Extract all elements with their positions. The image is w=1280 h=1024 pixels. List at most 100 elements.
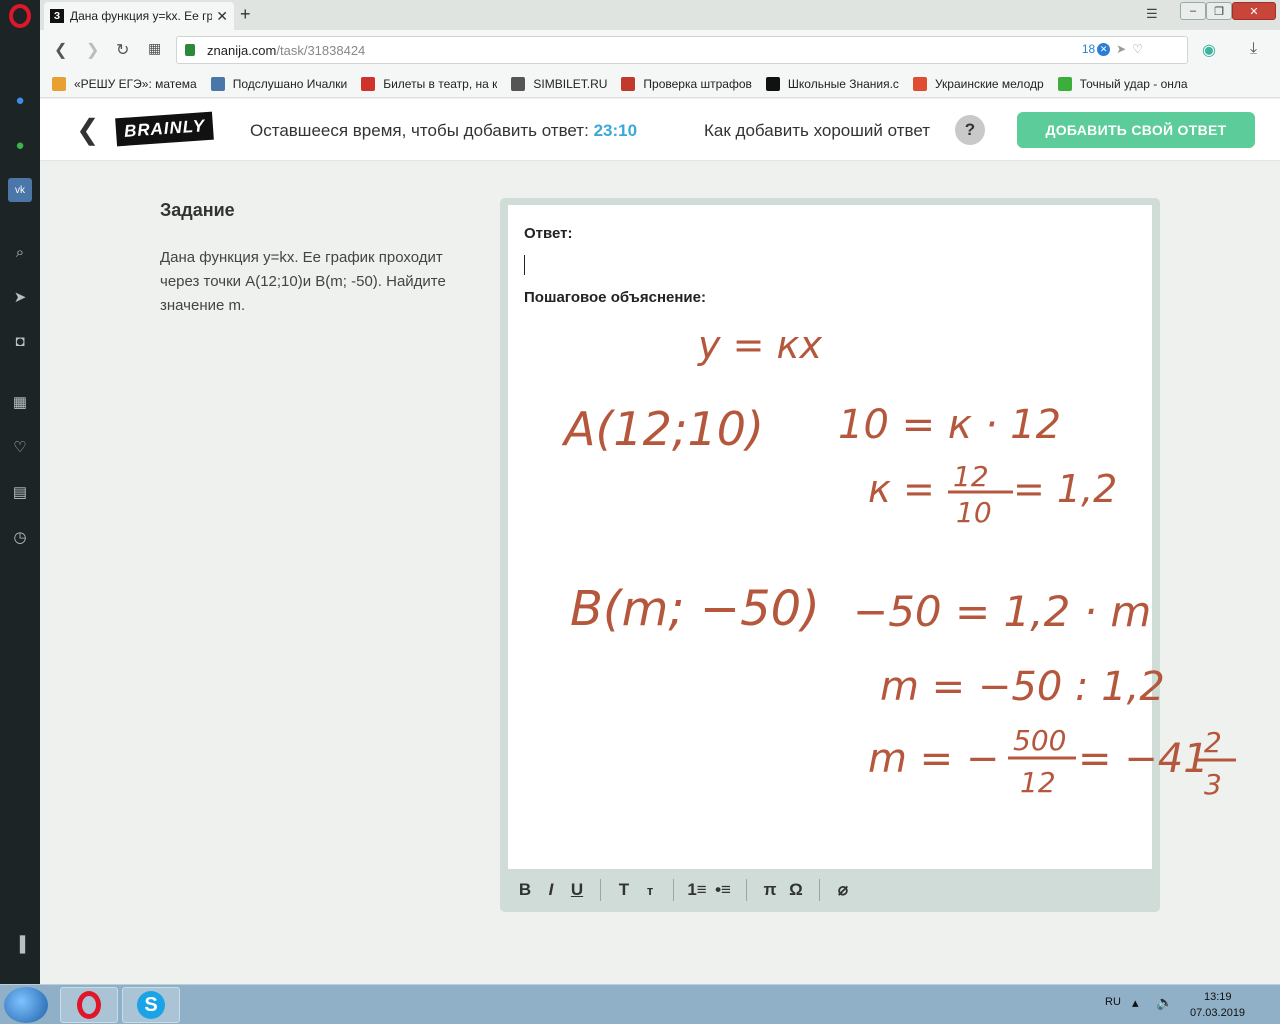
bookmark-favicon-icon (621, 76, 636, 91)
toolbar-separator (746, 879, 747, 901)
bookmark-favicon-icon (52, 76, 66, 91)
heading-large-button[interactable]: T (611, 880, 637, 900)
help-icon[interactable]: ? (955, 115, 985, 145)
back-icon[interactable]: ❮ (54, 40, 67, 60)
taskbar-opera-button[interactable] (60, 987, 118, 1023)
back-arrow-icon[interactable]: ❮ (76, 113, 99, 146)
task-heading: Задание (160, 200, 235, 220)
heart-icon[interactable]: ♡ (8, 435, 32, 459)
whatsapp-icon[interactable]: ● (8, 133, 32, 157)
minimize-button[interactable]: – (1180, 2, 1206, 20)
bookmark-favicon-icon (1057, 76, 1072, 91)
windows-taskbar: S RU ▴ 🔈 13:19 07.03.2019 (0, 984, 1280, 1024)
handwritten-solution: y = кх A(12;10) 10 = к · 12 к = 12 10 = … (561, 323, 1236, 801)
bookmark-item[interactable]: «РЕШУ ЕГЭ»: матема (52, 76, 197, 91)
volume-icon[interactable]: 🔈 (1156, 994, 1173, 1011)
tab-strip: З Дана функция y=kx. Ее гр ✕ + ☰ – ❐ ✕ (40, 0, 1280, 30)
taskbar-skype-button[interactable]: S (122, 987, 180, 1023)
search-icon[interactable]: ⌕ (8, 240, 32, 264)
opera-logo-icon[interactable] (9, 4, 31, 28)
download-icon[interactable]: ⤓ (1250, 40, 1257, 58)
hw-k-denominator: 10 (956, 496, 992, 529)
bookmark-item[interactable]: Билеты в театр, на к (361, 76, 497, 91)
heading-small-button[interactable]: т (637, 883, 663, 898)
browser-sidebar: ● ● vk ⌕ ➤ ◘ ▦ ♡ ▤ ◷ ▐ (0, 0, 40, 984)
bookmark-label: SIMBILET.RU (533, 76, 608, 91)
bookmark-item[interactable]: Проверка штрафов (621, 76, 752, 91)
bookmark-item[interactable]: Украинские мелодр (912, 76, 1044, 91)
tray-arrow-icon[interactable]: ▴ (1132, 995, 1139, 1011)
add-answer-button[interactable]: ДОБАВИТЬ СВОЙ ОТВЕТ (1017, 112, 1255, 148)
bookmark-favicon-icon (511, 76, 526, 91)
bookmark-label: Подслушано Ичалки (232, 76, 348, 91)
hw-equation-y-kx: y = кх (697, 323, 822, 367)
timer-text: Оставшееся время, чтобы добавить ответ: … (250, 121, 637, 141)
hw-eq-10-k-12: 10 = к · 12 (838, 402, 1061, 448)
clock-date[interactable]: 07.03.2019 (1190, 1007, 1245, 1019)
editor-toolbar: B I U Tт 1≡ •≡ π Ω ⌀ (508, 873, 1152, 907)
send-page-icon[interactable]: ➤ (1116, 42, 1126, 56)
toolbar-separator (819, 879, 820, 901)
start-button[interactable] (4, 987, 48, 1023)
hw-frac-den: 3 (1204, 768, 1222, 801)
hw-m-mid: = −41 (1078, 736, 1209, 782)
bookmark-item[interactable]: Точный удар - онла (1057, 76, 1188, 91)
clock-time[interactable]: 13:19 (1204, 991, 1232, 1003)
bookmark-item[interactable]: Школьные Знания.c (765, 76, 899, 91)
answer-label: Ответ: (524, 225, 573, 242)
italic-button[interactable]: I (538, 880, 564, 900)
hw-k-numerator: 12 (953, 460, 989, 493)
messenger-icon[interactable]: ● (8, 88, 32, 112)
history-clock-icon[interactable]: ◷ (8, 525, 32, 549)
close-window-button[interactable]: ✕ (1232, 2, 1276, 20)
bookmark-label: Школьные Знания.c (787, 76, 899, 91)
bookmark-heart-icon[interactable]: ♡ (1132, 42, 1143, 56)
toolbar-separator (673, 879, 674, 901)
restore-button[interactable]: ❐ (1206, 2, 1232, 20)
bookmark-favicon-icon (210, 76, 225, 91)
bookmark-item[interactable]: Подслушано Ичалки (210, 76, 348, 91)
reload-icon[interactable]: ↻ (116, 40, 129, 60)
notification-badge[interactable]: 18 ✕ ➤ ♡ (1082, 42, 1143, 56)
math-pi-button[interactable]: π (757, 880, 783, 900)
vk-icon[interactable]: vk (8, 178, 32, 202)
camera-icon[interactable]: ◘ (8, 329, 32, 353)
ordered-list-button[interactable]: 1≡ (684, 880, 710, 900)
address-bar[interactable]: znanija.com /task/31838424 18 ✕ ➤ ♡ (176, 36, 1188, 64)
forward-icon[interactable]: ❯ (86, 40, 99, 60)
hw-point-a: A(12;10) (561, 402, 764, 456)
timer-value: 23:10 (593, 121, 638, 140)
underline-button[interactable]: U (564, 880, 590, 900)
bullet-list-button[interactable]: •≡ (710, 880, 736, 900)
skype-icon: S (137, 991, 165, 1019)
apps-grid-icon[interactable]: ▦ (8, 390, 32, 414)
url-domain: znanija.com (207, 42, 277, 58)
notification-count: 18 (1081, 42, 1096, 56)
bookmark-label: Точный удар - онла (1079, 76, 1188, 91)
brainly-logo[interactable]: BRAINLY (115, 111, 215, 147)
news-icon[interactable]: ▤ (8, 480, 32, 504)
language-indicator[interactable]: RU (1105, 996, 1121, 1008)
hw-eq-m-div: m = −50 : 1,2 (880, 664, 1165, 710)
bookmark-item[interactable]: SIMBILET.RU (511, 76, 608, 91)
tab-close-icon[interactable]: ✕ (216, 8, 228, 25)
znanija-favicon-icon: З (50, 9, 64, 23)
tab-menu-icon[interactable]: ☰ (1146, 6, 1158, 22)
sidebar-toggle-icon[interactable]: ▐ (8, 932, 32, 956)
bookmark-favicon-icon (361, 76, 376, 91)
hw-k-rhs: = 1,2 (1013, 467, 1117, 511)
send-icon[interactable]: ➤ (8, 285, 32, 309)
vpn-icon[interactable]: ◉ (1202, 40, 1216, 60)
attach-button[interactable]: ⌀ (830, 880, 856, 900)
task-body: Дана функция y=kx. Ее график проходит че… (160, 249, 446, 314)
new-tab-icon[interactable]: + (240, 4, 251, 25)
howto-link[interactable]: Как добавить хороший ответ (704, 121, 930, 141)
brainly-header: ❮ BRAINLY Оставшееся время, чтобы добави… (40, 99, 1280, 161)
tab-active[interactable]: З Дана функция y=kx. Ее гр ✕ (44, 2, 234, 30)
timer-label: Оставшееся время, чтобы добавить ответ: (250, 121, 589, 140)
symbol-omega-button[interactable]: Ω (783, 880, 809, 900)
hw-m-lhs: m = − (868, 736, 999, 782)
lock-icon (185, 44, 195, 56)
speed-dial-icon[interactable]: ▦ (148, 40, 161, 57)
bold-button[interactable]: B (512, 880, 538, 900)
